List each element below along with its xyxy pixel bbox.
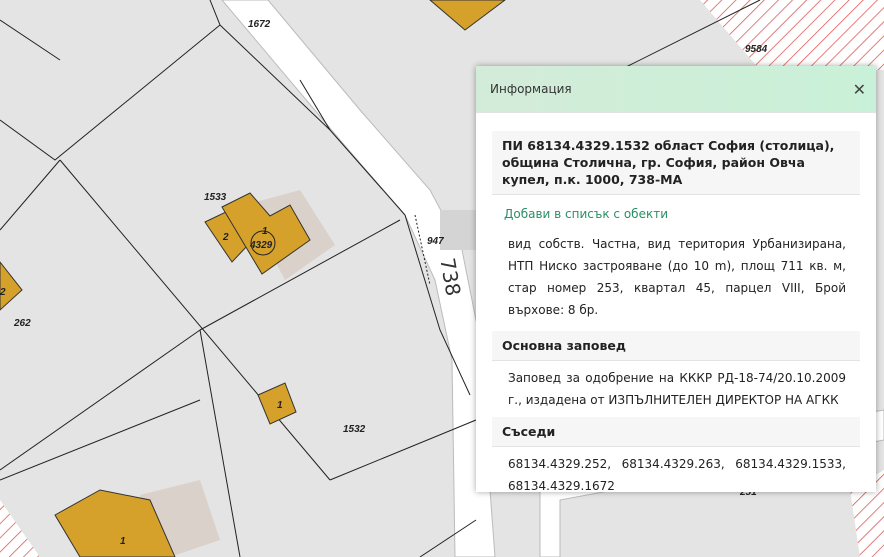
panel-title: Информация bbox=[490, 82, 572, 96]
order-section-title: Основна заповед bbox=[492, 331, 860, 361]
map-label: 2 bbox=[222, 232, 229, 243]
neighbor-item: 68134.4329.252, bbox=[508, 457, 612, 471]
map-label: 1 bbox=[277, 400, 283, 411]
map-label: 2 bbox=[0, 287, 6, 298]
order-text: Заповед за одобрение на КККР РД-18-74/20… bbox=[508, 371, 846, 407]
neighbor-item: 68134.4329.263, bbox=[621, 457, 725, 471]
neighbors-section-title: Съседи bbox=[492, 417, 860, 447]
map-label: 1 bbox=[262, 226, 268, 237]
map-label: 1672 bbox=[248, 19, 271, 30]
neighbor-item: 68134.4329.1533, bbox=[735, 457, 846, 471]
add-to-list-link[interactable]: Добави в списък с обекти bbox=[492, 195, 860, 227]
panel-header: Информация ✕ bbox=[476, 66, 876, 113]
map-label: 1532 bbox=[343, 424, 366, 435]
map-label: 9584 bbox=[745, 44, 768, 55]
map-label: 1533 bbox=[204, 192, 227, 203]
parcel-header: ПИ 68134.4329.1532 област София (столица… bbox=[492, 131, 860, 195]
map-label: 262 bbox=[13, 318, 31, 329]
neighbors-list: 68134.4329.252, 68134.4329.263, 68134.43… bbox=[492, 447, 860, 503]
parcel-description: вид собств. Частна, вид територия Урбани… bbox=[508, 237, 846, 317]
map-label: 947 bbox=[427, 236, 444, 247]
map-label: 1 bbox=[120, 536, 126, 547]
neighbor-item: 68134.4329.1672 bbox=[508, 479, 615, 493]
close-icon[interactable]: ✕ bbox=[853, 80, 866, 99]
map-label: 4329 bbox=[249, 240, 273, 251]
info-panel: Информация ✕ ПИ 68134.4329.1532 област С… bbox=[476, 66, 876, 493]
